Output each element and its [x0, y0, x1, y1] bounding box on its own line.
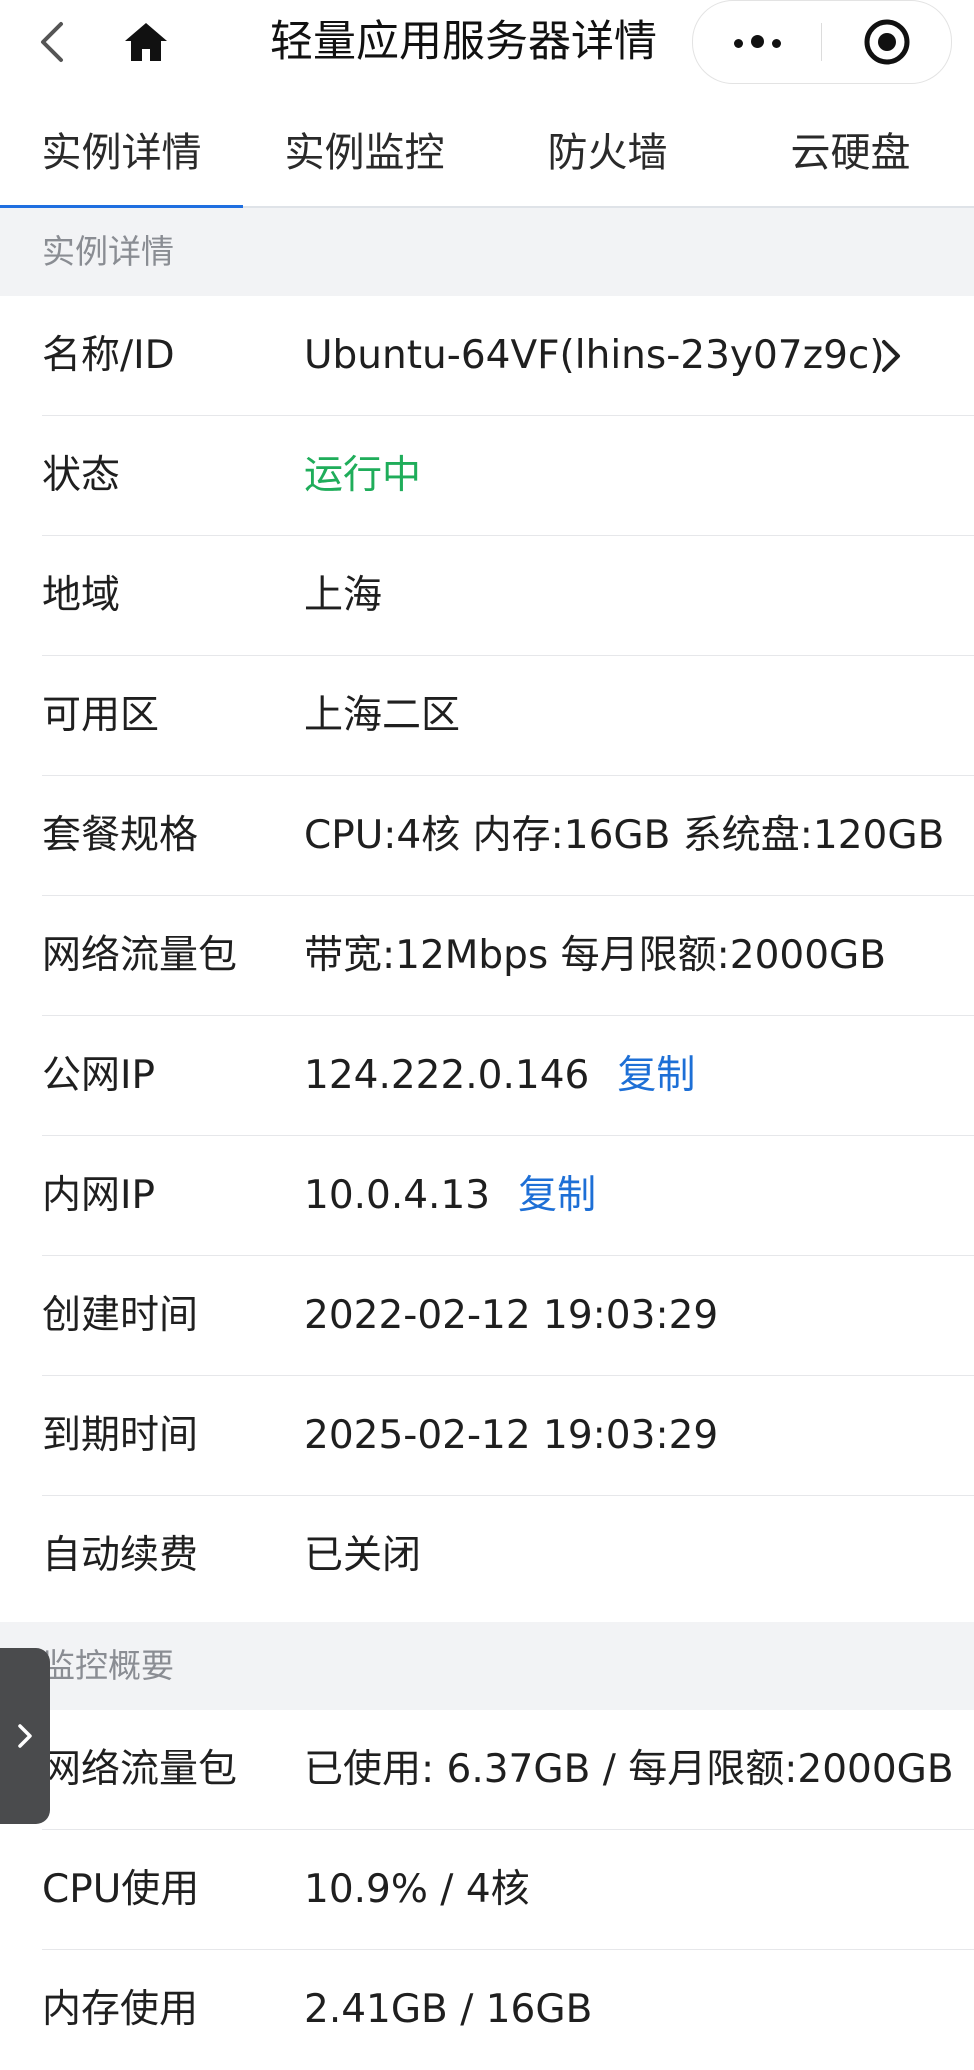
monitor-row-cpu: CPU使用 10.9% / 4核	[0, 1830, 974, 1950]
row-label: 地域	[42, 573, 121, 618]
copy-public-ip-link[interactable]: 复制	[617, 1053, 695, 1098]
row-value: CPU:4核 内存:16GB 系统盘:120GB	[304, 813, 945, 858]
row-label: 套餐规格	[42, 813, 199, 858]
detail-row-auto-renew: 自动续费 已关闭	[0, 1496, 974, 1616]
row-label: 创建时间	[42, 1293, 199, 1338]
section-header-monitor-overview: 监控概要	[0, 1622, 974, 1710]
private-ip-value: 10.0.4.13	[304, 1173, 491, 1218]
copy-private-ip-link[interactable]: 复制	[518, 1173, 596, 1218]
row-label: 网络流量包	[42, 933, 238, 978]
tab-instance-details[interactable]: 实例详情	[0, 100, 243, 208]
row-value: 上海二区	[304, 693, 461, 738]
detail-row-expire-time: 到期时间 2025-02-12 19:03:29	[0, 1376, 974, 1496]
row-value: 已关闭	[304, 1533, 422, 1578]
detail-row-zone: 可用区 上海二区	[0, 656, 974, 776]
tab-instance-monitoring[interactable]: 实例监控	[243, 100, 486, 206]
row-label: 网络流量包	[42, 1747, 238, 1792]
row-label: 内网IP	[42, 1173, 156, 1218]
home-icon	[125, 23, 167, 61]
row-value: 上海	[304, 573, 383, 618]
chevron-right-icon	[18, 1724, 32, 1748]
more-button[interactable]	[693, 1, 821, 83]
row-value: 10.9% / 4核	[304, 1867, 530, 1912]
section-header-instance-details: 实例详情	[0, 208, 974, 296]
detail-row-public-ip: 公网IP 124.222.0.146 复制	[0, 1016, 974, 1136]
back-button[interactable]	[28, 14, 76, 70]
detail-row-region: 地域 上海	[0, 536, 974, 656]
row-value: Ubuntu-64VF(lhins-23y07z9c)	[304, 333, 885, 378]
detail-row-traffic-package: 网络流量包 带宽:12Mbps 每月限额:2000GB	[0, 896, 974, 1016]
target-close-icon	[864, 19, 909, 65]
tab-cloud-disk[interactable]: 云硬盘	[729, 100, 972, 206]
row-value: 2.41GB / 16GB	[304, 1987, 593, 2032]
tab-bar: 实例详情 实例监控 防火墙 云硬盘	[0, 100, 974, 208]
detail-row-name-id[interactable]: 名称/ID Ubuntu-64VF(lhins-23y07z9c)	[0, 296, 974, 416]
detail-row-created-time: 创建时间 2022-02-12 19:03:29	[0, 1256, 974, 1376]
chevron-left-icon	[41, 22, 63, 62]
detail-row-status: 状态 运行中	[0, 416, 974, 536]
row-label: 公网IP	[42, 1053, 156, 1098]
row-value: 2025-02-12 19:03:29	[304, 1413, 719, 1458]
row-label: 自动续费	[42, 1533, 199, 1578]
row-value-container: 10.0.4.13 复制	[304, 1136, 596, 1256]
row-label: 名称/ID	[42, 333, 175, 378]
status-value: 运行中	[304, 453, 422, 498]
row-value: 2022-02-12 19:03:29	[304, 1293, 719, 1338]
mini-program-capsule	[692, 0, 952, 84]
detail-row-plan-spec: 套餐规格 CPU:4核 内存:16GB 系统盘:120GB	[0, 776, 974, 896]
row-label: 内存使用	[42, 1987, 199, 2032]
row-value: 已使用: 6.37GB / 每月限额:2000GB	[304, 1747, 954, 1792]
close-button[interactable]	[822, 1, 951, 83]
home-button[interactable]	[118, 14, 174, 70]
top-navigation-bar: 轻量应用服务器详情	[0, 0, 974, 88]
row-label: 可用区	[42, 693, 160, 738]
side-drawer-handle[interactable]	[0, 1648, 50, 1824]
page-title: 轻量应用服务器详情	[270, 17, 657, 67]
more-dots-icon	[730, 33, 785, 52]
row-value: 带宽:12Mbps 每月限额:2000GB	[304, 933, 887, 978]
row-label: 状态	[42, 453, 121, 498]
detail-row-private-ip: 内网IP 10.0.4.13 复制	[0, 1136, 974, 1256]
tab-firewall[interactable]: 防火墙	[486, 100, 729, 206]
monitor-row-memory: 内存使用 2.41GB / 16GB	[0, 1950, 974, 2070]
public-ip-value: 124.222.0.146	[304, 1053, 590, 1098]
row-label: CPU使用	[42, 1867, 200, 1912]
row-value-container: 124.222.0.146 复制	[304, 1016, 695, 1136]
monitor-row-traffic: 网络流量包 已使用: 6.37GB / 每月限额:2000GB	[0, 1710, 974, 1830]
chevron-right-icon[interactable]	[872, 336, 912, 376]
row-label: 到期时间	[42, 1413, 199, 1458]
